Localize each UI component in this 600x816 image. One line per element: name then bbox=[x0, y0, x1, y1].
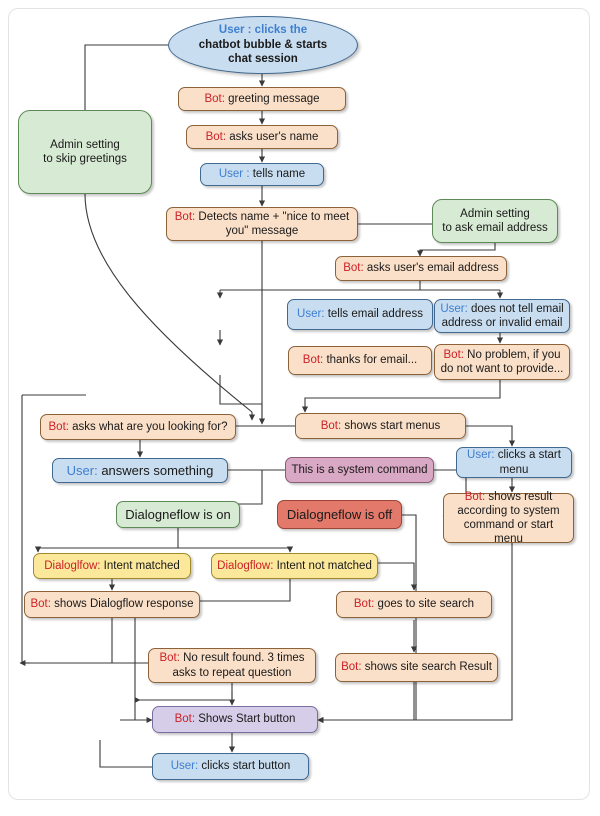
node-asks-what-looking-for[interactable]: Bot: asks what are you looking for? bbox=[40, 414, 236, 440]
detects-name-text: Detects name + "nice to meet you" messag… bbox=[195, 210, 350, 237]
node-user-clicks-start-menu[interactable]: User: clicks a start menu bbox=[456, 447, 572, 478]
node-user-no-email[interactable]: User: does not tell email address or inv… bbox=[434, 299, 570, 333]
site-search-text: goes to site search bbox=[374, 598, 475, 611]
node-asks-user-name[interactable]: Bot: asks user's name bbox=[186, 125, 338, 149]
admin-email-line2: to ask email address bbox=[442, 222, 548, 234]
admin-skip-line1: Admin setting bbox=[50, 138, 120, 151]
no-email-actor: User: bbox=[440, 302, 468, 315]
node-shows-result-system[interactable]: Bot: shows result according to system co… bbox=[443, 490, 574, 545]
no-result-actor: Bot: bbox=[159, 652, 180, 665]
intent-not-matched-actor: Dialogflow: bbox=[217, 559, 274, 572]
node-start[interactable]: User : clicks the chatbot bubble & start… bbox=[168, 16, 358, 74]
greeting-actor: Bot: bbox=[204, 92, 225, 105]
node-shows-start-button[interactable]: Bot: Shows Start button bbox=[152, 706, 318, 733]
greeting-text: greeting message bbox=[224, 92, 320, 105]
node-dialogflow-off[interactable]: Dialogneflow is off bbox=[277, 500, 402, 529]
node-user-tells-name[interactable]: User : tells name bbox=[200, 163, 324, 186]
diagram-canvas: User : clicks the chatbot bubble & start… bbox=[0, 0, 600, 816]
node-intent-not-matched[interactable]: Dialogflow: Intent not matched bbox=[211, 553, 378, 579]
start-line3: chat session bbox=[228, 53, 298, 66]
start-button-text: Shows Start button bbox=[195, 713, 296, 726]
node-user-tells-email[interactable]: User: tells email address bbox=[287, 299, 433, 330]
answers-text: answers something bbox=[97, 462, 214, 478]
node-shows-start-menus[interactable]: Bot: shows start menus bbox=[295, 413, 466, 439]
asks-email-actor: Bot: bbox=[343, 262, 364, 275]
system-command-text: This is a system command bbox=[291, 463, 428, 476]
node-user-clicks-start-button[interactable]: User: clicks start button bbox=[152, 753, 309, 780]
admin-email-line1: Admin setting bbox=[460, 207, 530, 220]
tells-email-text: tells email address bbox=[324, 308, 423, 321]
df-response-actor: Bot: bbox=[30, 598, 51, 611]
looking-for-text: asks what are you looking for? bbox=[68, 420, 228, 433]
search-result-text: shows site search Result bbox=[361, 661, 492, 674]
node-asks-email-address[interactable]: Bot: asks user's email address bbox=[335, 256, 507, 281]
start-button-actor: Bot: bbox=[174, 713, 196, 726]
node-dialogflow-on[interactable]: Dialogneflow is on bbox=[116, 501, 240, 528]
node-no-result-found[interactable]: Bot: No result found. 3 times asks to re… bbox=[148, 648, 316, 683]
intent-matched-actor: Dialoglfow: bbox=[44, 559, 101, 572]
site-search-actor: Bot: bbox=[353, 598, 375, 611]
node-intent-matched[interactable]: Dialoglfow: Intent matched bbox=[33, 553, 191, 579]
looking-for-actor: Bot: bbox=[48, 420, 69, 433]
node-admin-ask-email[interactable]: Admin setting to ask email address bbox=[432, 199, 558, 243]
start-menus-actor: Bot: bbox=[320, 419, 342, 432]
asks-name-text: asks user's name bbox=[226, 130, 319, 143]
df-response-text: shows Dialogflow response bbox=[50, 598, 194, 611]
no-result-text: No result found. 3 times asks to repeat … bbox=[172, 652, 305, 679]
node-shows-site-search-result[interactable]: Bot: shows site search Result bbox=[335, 653, 498, 682]
start-menus-text: shows start menus bbox=[341, 419, 441, 432]
dialogflow-on-text: Dialogneflow is on bbox=[125, 506, 231, 522]
start-actor: User : clicks the bbox=[218, 24, 308, 37]
clicks-menu-actor: User: bbox=[467, 449, 495, 462]
no-problem-actor: Bot: bbox=[443, 348, 464, 361]
search-result-actor: Bot: bbox=[341, 661, 362, 674]
tells-name-actor: User : bbox=[218, 168, 250, 181]
node-detects-name[interactable]: Bot: Detects name + "nice to meet you" m… bbox=[166, 207, 358, 241]
thanks-email-actor: Bot: bbox=[302, 354, 324, 367]
admin-skip-line2: to skip greetings bbox=[43, 153, 127, 165]
intent-not-matched-text: Intent not matched bbox=[273, 559, 372, 572]
node-thanks-for-email[interactable]: Bot: thanks for email... bbox=[288, 346, 432, 375]
shows-result-actor: Bot: bbox=[464, 490, 486, 503]
start-line2: chatbot bubble & starts bbox=[198, 38, 328, 51]
node-user-answers-something[interactable]: User: answers something bbox=[52, 458, 228, 483]
detects-name-actor: Bot: bbox=[174, 210, 196, 223]
node-no-problem[interactable]: Bot: No problem, if you do not want to p… bbox=[434, 344, 570, 380]
node-shows-dialogflow-response[interactable]: Bot: shows Dialogflow response bbox=[24, 591, 200, 618]
clicks-start-text: clicks start button bbox=[198, 760, 291, 773]
tells-name-text: tells name bbox=[249, 168, 306, 181]
node-greeting-message[interactable]: Bot: greeting message bbox=[178, 87, 346, 111]
answers-actor: User: bbox=[66, 462, 98, 478]
dialogflow-off-text: Dialogneflow is off bbox=[286, 506, 393, 522]
intent-matched-text: Intent matched bbox=[100, 559, 180, 572]
thanks-email-text: thanks for email... bbox=[323, 354, 418, 367]
clicks-start-actor: User: bbox=[170, 760, 199, 773]
asks-name-actor: Bot: bbox=[205, 130, 227, 143]
node-admin-skip-greetings[interactable]: Admin setting to skip greetings bbox=[18, 110, 152, 194]
asks-email-text: asks user's email address bbox=[363, 262, 499, 275]
node-goes-to-site-search[interactable]: Bot: goes to site search bbox=[336, 591, 492, 618]
clicks-menu-text: clicks a start menu bbox=[494, 449, 561, 476]
node-system-command[interactable]: This is a system command bbox=[285, 457, 434, 483]
tells-email-actor: User: bbox=[297, 308, 325, 321]
